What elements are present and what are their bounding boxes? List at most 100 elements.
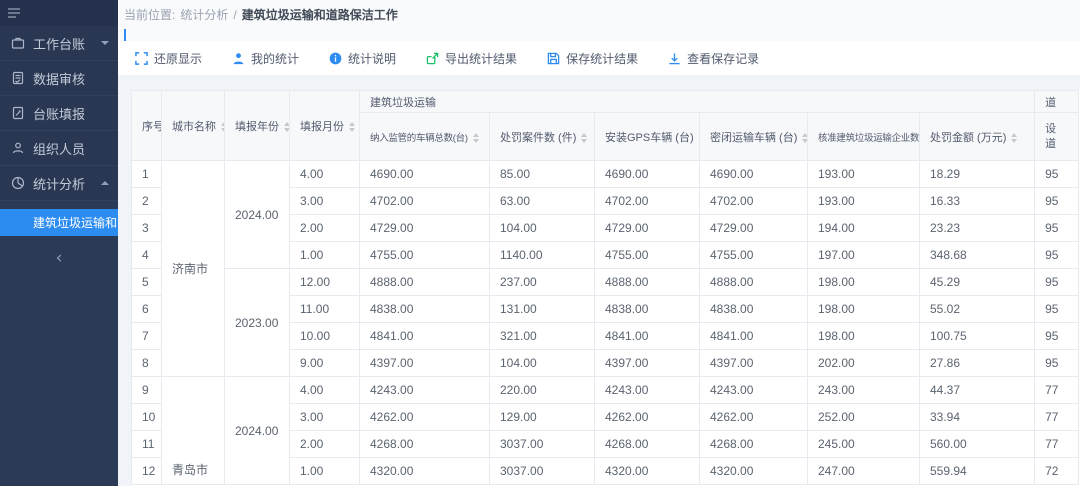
sidebar-item-data-audit[interactable]: 数据审核 <box>0 61 118 96</box>
cell-approved-enterprises: 194.00 <box>808 215 920 242</box>
table-row: 1济南市2024.004.004690.0085.004690.004690.0… <box>132 161 1079 188</box>
col-header-month[interactable]: 填报月份 <box>290 91 360 161</box>
cell-month: 2.00 <box>290 431 360 458</box>
cell-clipped-value: 95 <box>1035 296 1079 323</box>
toolbar-button-label: 我的统计 <box>251 50 299 67</box>
cell-penalty-cases: 220.00 <box>490 377 595 404</box>
cell-sealed-vehicles: 4397.00 <box>700 350 808 377</box>
sidebar-item-org-personnel[interactable]: 组织人员 <box>0 131 118 166</box>
cell-supervised-vehicles: 4841.00 <box>360 323 490 350</box>
cell-index: 4 <box>132 242 162 269</box>
cell-penalty-amount: 560.00 <box>920 431 1035 458</box>
group-header-construction-waste-transport: 建筑垃圾运输 <box>360 91 1035 113</box>
cell-month: 9.00 <box>290 350 360 377</box>
col-header-sealed-vehicles[interactable]: 密闭运输车辆 (台) <box>700 113 808 161</box>
cell-supervised-vehicles: 4268.00 <box>360 431 490 458</box>
col-header-approved-enterprises[interactable]: 核准建筑垃圾运输企业数(家) <box>808 113 920 161</box>
cell-penalty-amount: 559.94 <box>920 458 1035 485</box>
cell-gps-vehicles: 4268.00 <box>595 431 700 458</box>
cell-month: 3.00 <box>290 404 360 431</box>
cell-approved-enterprises: 193.00 <box>808 161 920 188</box>
cell-penalty-cases: 321.00 <box>490 323 595 350</box>
sort-icon <box>802 133 807 143</box>
column-header-label: 序号 <box>142 121 162 133</box>
cell-gps-vehicles: 4755.00 <box>595 242 700 269</box>
col-header-city[interactable]: 城市名称 <box>162 91 225 161</box>
column-header-label: 密闭运输车辆 (台) <box>710 132 797 144</box>
col-header-supervised-vehicles[interactable]: 纳入监管的车辆总数(台) <box>360 113 490 161</box>
cell-penalty-amount: 348.68 <box>920 242 1035 269</box>
cell-sealed-vehicles: 4841.00 <box>700 323 808 350</box>
sidebar-item-label: 组织人员 <box>33 139 85 158</box>
sidebar-item-work-ledger[interactable]: 工作台账 <box>0 26 118 61</box>
cell-penalty-amount: 16.33 <box>920 188 1035 215</box>
sidebar-collapse-button[interactable]: ‹ <box>0 250 118 267</box>
cell-month: 12.00 <box>290 269 360 296</box>
cell-clipped-value: 72 <box>1035 458 1079 485</box>
column-header-label: 建筑垃圾运输 <box>370 97 436 109</box>
cell-supervised-vehicles: 4690.00 <box>360 161 490 188</box>
cell-approved-enterprises: 247.00 <box>808 458 920 485</box>
cell-clipped-value: 77 <box>1035 404 1079 431</box>
restore-view-icon <box>135 52 148 65</box>
cell-month: 4.00 <box>290 161 360 188</box>
pie-chart-icon <box>11 176 25 190</box>
cell-gps-vehicles: 4841.00 <box>595 323 700 350</box>
breadcrumb-location-label: 当前位置: <box>124 6 175 23</box>
sort-icon <box>349 122 355 132</box>
cell-sealed-vehicles: 4888.00 <box>700 269 808 296</box>
my-statistics-button[interactable]: 我的统计 <box>232 50 299 67</box>
main-content: 当前位置: 统计分析 / 建筑垃圾运输和道路保洁工作 还原显示 我的统计 统计说… <box>118 0 1080 486</box>
sidebar-item-ledger-fill[interactable]: 台账填报 <box>0 96 118 131</box>
cell-supervised-vehicles: 4702.00 <box>360 188 490 215</box>
cell-gps-vehicles: 4262.00 <box>595 404 700 431</box>
cell-supervised-vehicles: 4888.00 <box>360 269 490 296</box>
info-circle-icon <box>329 52 342 65</box>
cell-penalty-amount: 45.29 <box>920 269 1035 296</box>
cell-clipped-value: 95 <box>1035 215 1079 242</box>
clipped-header-fragment: 设 <box>1045 122 1073 137</box>
cell-penalty-amount: 27.86 <box>920 350 1035 377</box>
toolbar-button-label: 统计说明 <box>348 50 396 67</box>
statistics-help-button[interactable]: 统计说明 <box>329 50 396 67</box>
cell-sealed-vehicles: 4262.00 <box>700 404 808 431</box>
audit-doc-icon <box>11 71 25 85</box>
breadcrumb-zone: 当前位置: 统计分析 / 建筑垃圾运输和道路保洁工作 <box>118 0 1080 41</box>
cell-city: 青岛市 <box>162 377 225 485</box>
cell-index: 5 <box>132 269 162 296</box>
people-icon <box>11 141 25 155</box>
cell-gps-vehicles: 4838.00 <box>595 296 700 323</box>
sidebar-item-stat-analysis[interactable]: 统计分析 <box>0 166 118 201</box>
sort-icon <box>473 133 479 143</box>
cell-index: 12 <box>132 458 162 485</box>
cell-approved-enterprises: 202.00 <box>808 350 920 377</box>
col-header-penalty-cases[interactable]: 处罚案件数 (件) <box>490 113 595 161</box>
cell-penalty-cases: 129.00 <box>490 404 595 431</box>
col-header-year[interactable]: 填报年份 <box>225 91 290 161</box>
cell-index: 8 <box>132 350 162 377</box>
sidebar-subitem-construction-waste[interactable]: 建筑垃圾运输和... <box>0 209 118 236</box>
cell-penalty-amount: 44.37 <box>920 377 1035 404</box>
sidebar: 工作台账 数据审核 台账填报 组织人员 统计分析 建筑垃圾运输和... ‹ <box>0 0 118 486</box>
cell-supervised-vehicles: 4397.00 <box>360 350 490 377</box>
statistics-table-card: 序号城市名称填报年份填报月份建筑垃圾运输道纳入监管的车辆总数(台)处罚案件数 (… <box>131 90 1080 486</box>
cell-month: 1.00 <box>290 242 360 269</box>
export-results-button[interactable]: 导出统计结果 <box>426 50 517 67</box>
cell-penalty-amount: 18.29 <box>920 161 1035 188</box>
cell-index: 3 <box>132 215 162 242</box>
col-header-gps-vehicles[interactable]: 安装GPS车辆 (台) <box>595 113 700 161</box>
save-results-button[interactable]: 保存统计结果 <box>547 50 638 67</box>
cell-clipped-value: 95 <box>1035 350 1079 377</box>
cell-index: 1 <box>132 161 162 188</box>
restore-view-button[interactable]: 还原显示 <box>135 50 202 67</box>
cell-penalty-amount: 100.75 <box>920 323 1035 350</box>
cell-index: 2 <box>132 188 162 215</box>
sidebar-item-label: 工作台账 <box>33 34 85 53</box>
menu-lines-icon[interactable] <box>7 7 21 19</box>
toolbar-button-label: 查看保存记录 <box>687 50 759 67</box>
view-saved-records-button[interactable]: 查看保存记录 <box>668 50 759 67</box>
briefcase-icon <box>11 36 25 50</box>
col-header-penalty-amount[interactable]: 处罚金额 (万元) <box>920 113 1035 161</box>
cell-month: 1.00 <box>290 458 360 485</box>
sidebar-item-label: 统计分析 <box>33 174 85 193</box>
